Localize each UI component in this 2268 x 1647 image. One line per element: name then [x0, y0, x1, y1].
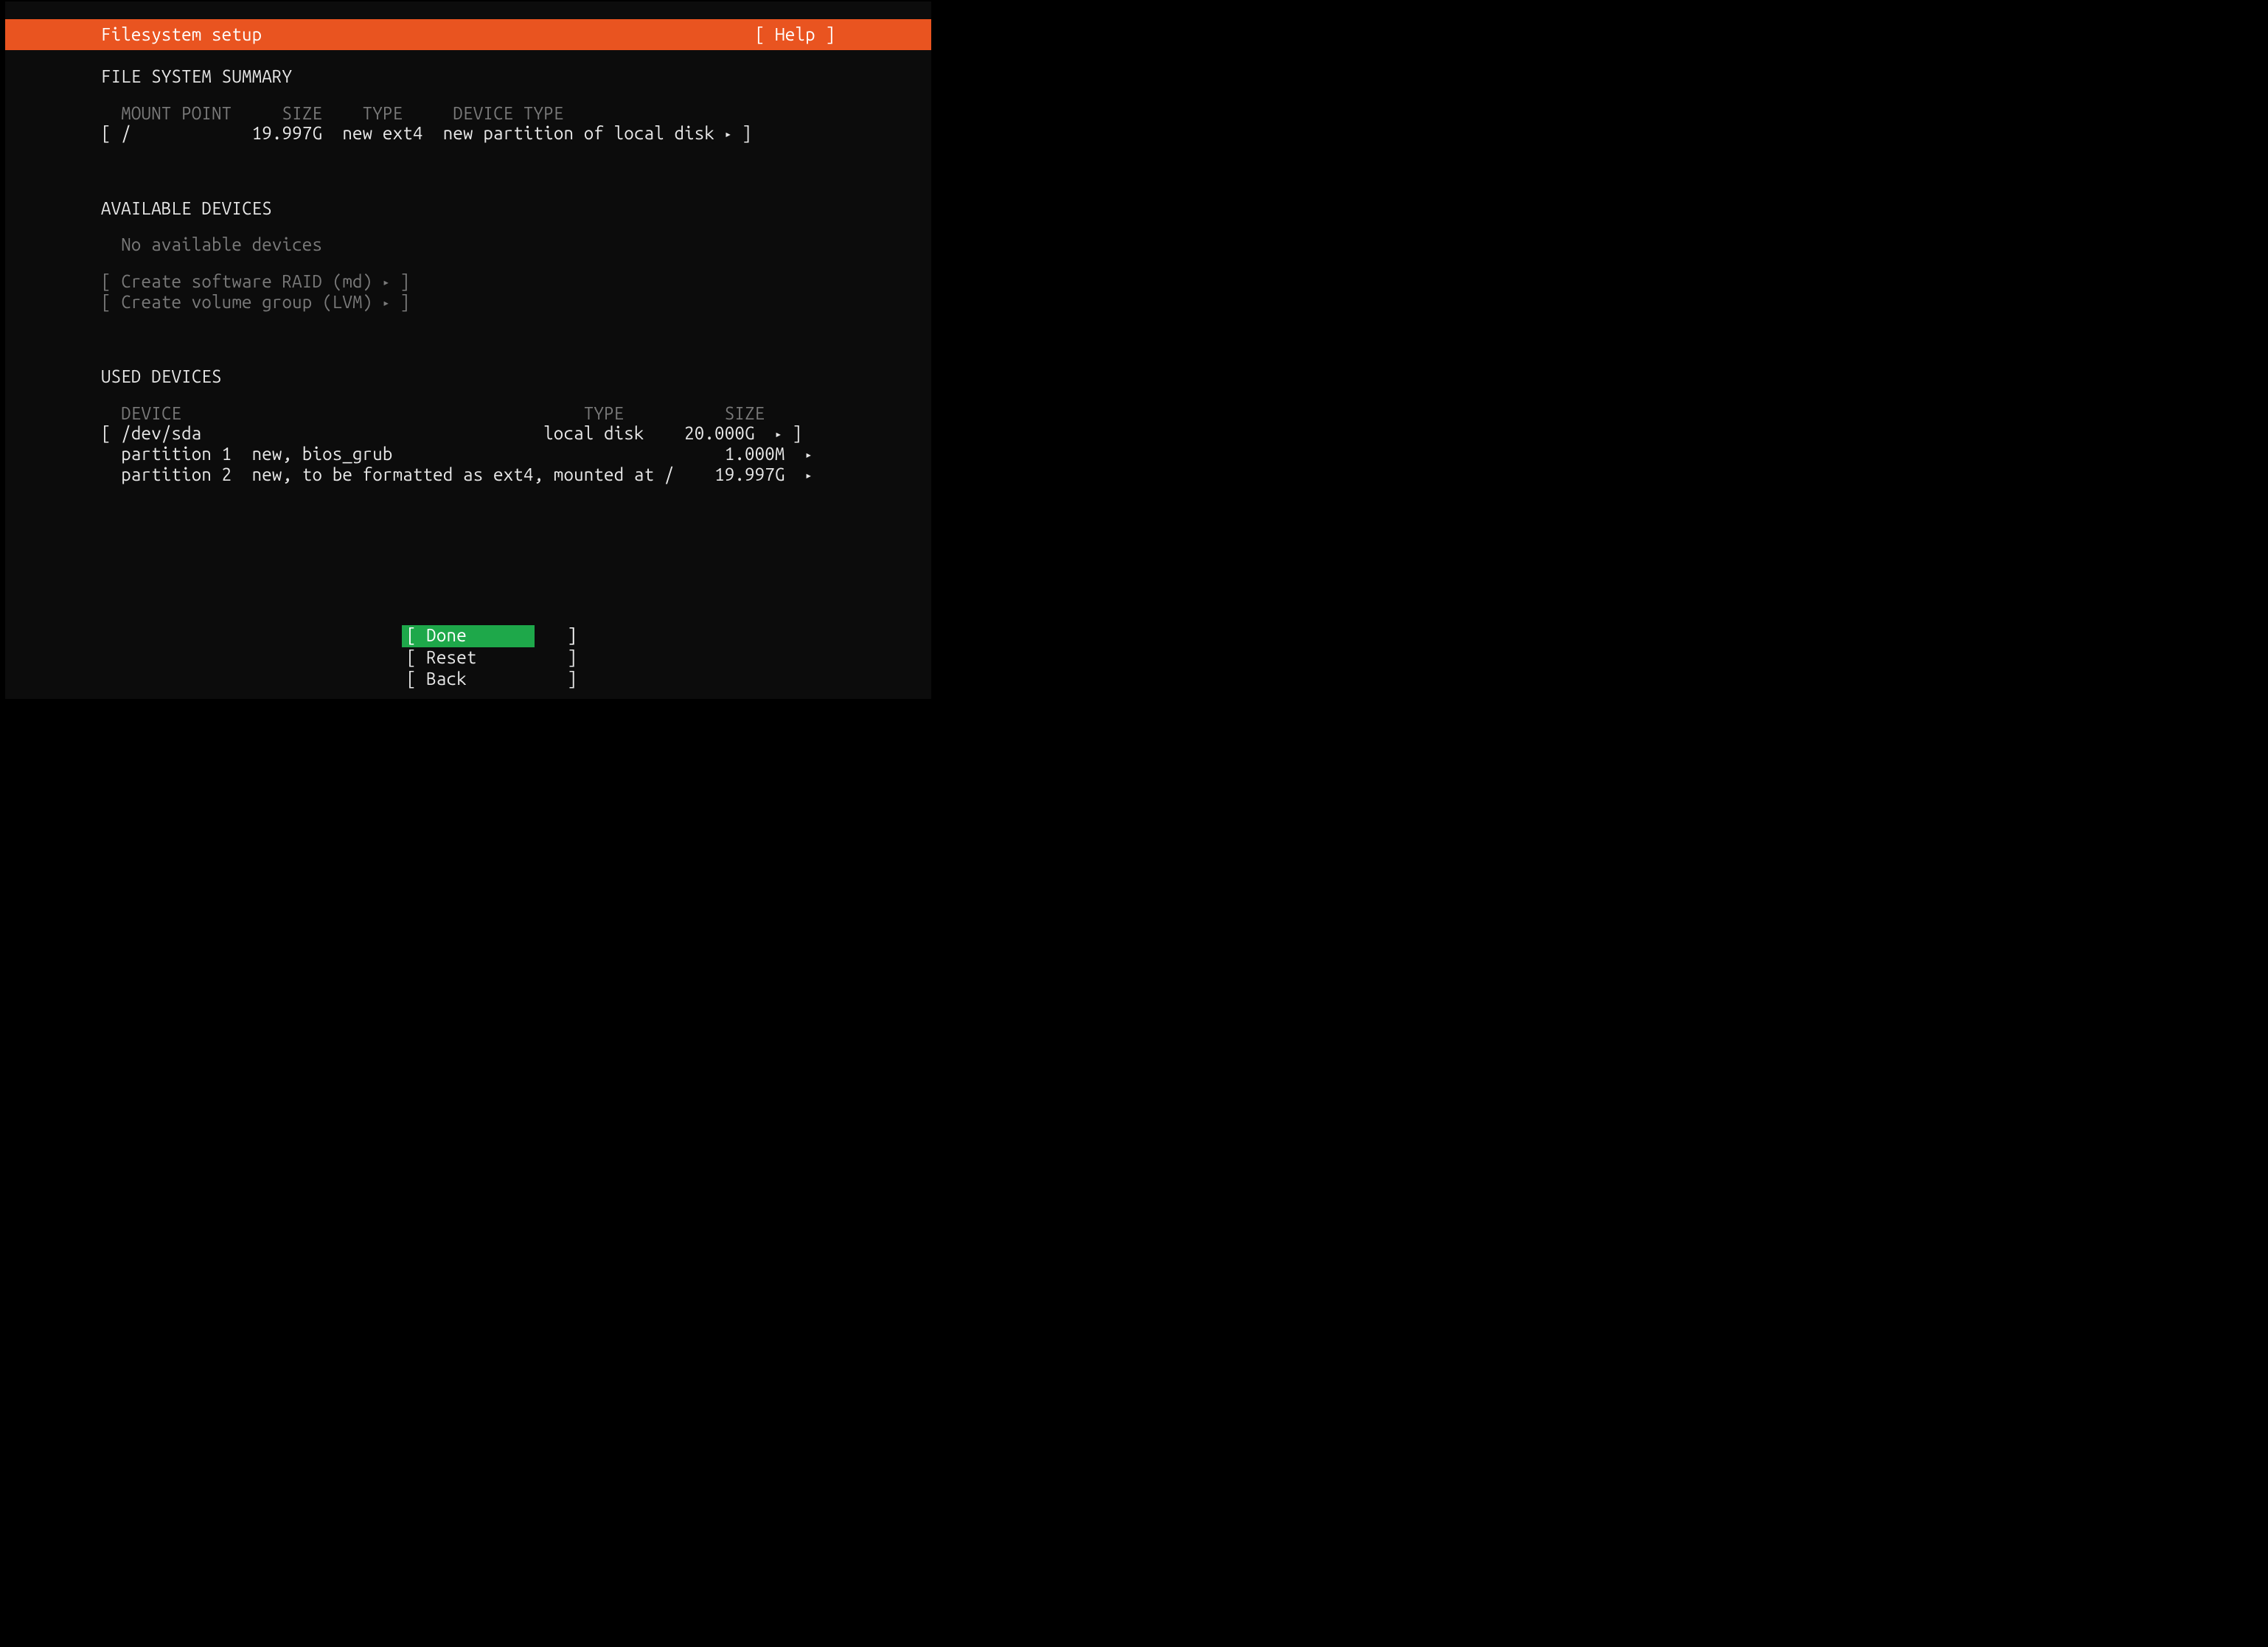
content: FILE SYSTEM SUMMARY MOUNT POINT SIZE TYP…	[5, 50, 931, 484]
used-heading: USED DEVICES	[101, 366, 835, 387]
back-button[interactable]: [ Back ]	[402, 669, 535, 691]
header-bar: Filesystem setup [ Help ]	[5, 19, 931, 50]
used-partition-2[interactable]: partition 2 new, to be formatted as ext4…	[101, 464, 835, 485]
summary-row-root[interactable]: [ / 19.997G new ext4 new partition of lo…	[101, 123, 835, 144]
reset-button[interactable]: [ Reset ]	[402, 647, 535, 669]
help-button[interactable]: [ Help ]	[755, 24, 835, 45]
available-heading: AVAILABLE DEVICES	[101, 198, 835, 219]
used-partition-1[interactable]: partition 1 new, bios_grub 1.000M ▸	[101, 444, 835, 464]
chevron-right-icon: ▸	[383, 276, 390, 289]
chevron-right-icon: ▸	[775, 428, 782, 441]
chevron-right-icon: ▸	[805, 448, 813, 462]
summary-columns: MOUNT POINT SIZE TYPE DEVICE TYPE	[101, 103, 835, 124]
chevron-right-icon: ▸	[805, 469, 813, 482]
footer-buttons: [ Done ] [ Reset ] [ Back ]	[5, 625, 931, 691]
used-columns: DEVICE TYPE SIZE	[101, 403, 835, 424]
summary-heading: FILE SYSTEM SUMMARY	[101, 66, 835, 87]
chevron-right-icon: ▸	[383, 296, 390, 310]
create-raid-button[interactable]: [ Create software RAID (md) ▸ ]	[101, 271, 835, 292]
chevron-right-icon: ▸	[725, 128, 732, 141]
create-lvm-button[interactable]: [ Create volume group (LVM) ▸ ]	[101, 292, 835, 313]
no-available-devices: No available devices	[101, 234, 835, 255]
used-disk-sda[interactable]: [ /dev/sda local disk 20.000G ▸ ]	[101, 423, 835, 444]
done-button[interactable]: [ Done ]	[402, 625, 535, 647]
page-title: Filesystem setup	[101, 24, 262, 45]
